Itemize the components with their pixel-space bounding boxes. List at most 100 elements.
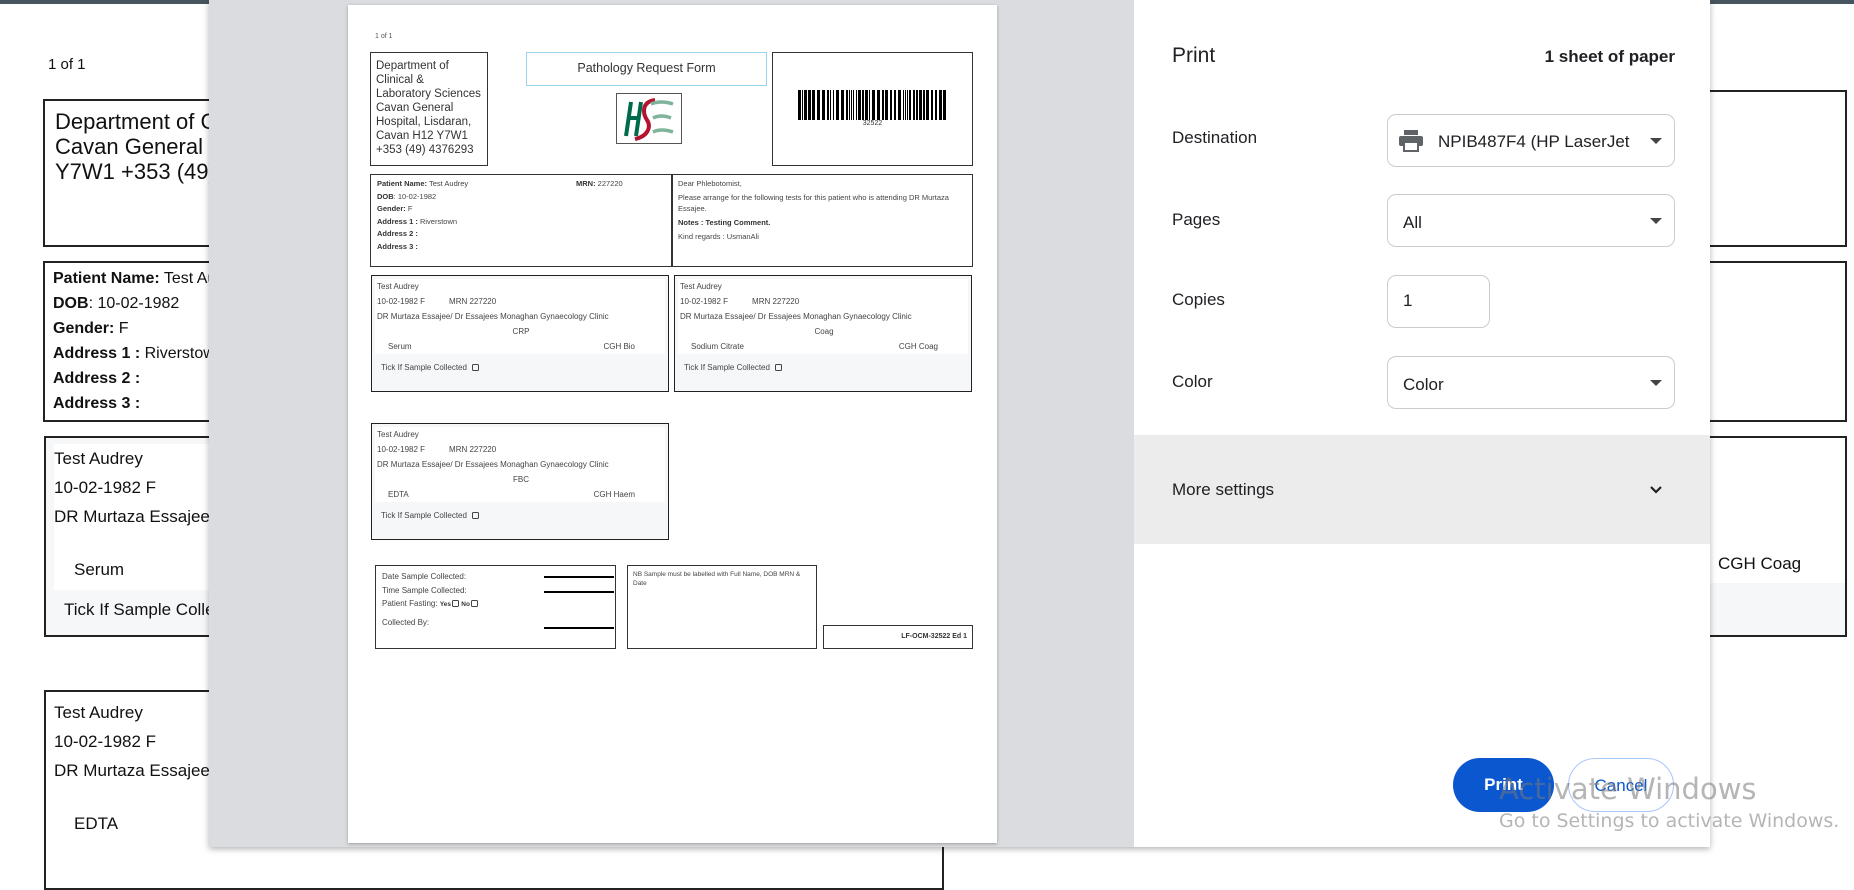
barcode-bar [812, 90, 815, 120]
barcode-bar [894, 90, 896, 120]
sample-box-bg-2: CGH Coag [1700, 436, 1847, 637]
barcode-bar [802, 90, 803, 120]
activate-windows-subtext: Go to Settings to activate Windows. [1499, 810, 1840, 832]
collection-box: Date Sample Collected: Time Sample Colle… [375, 565, 616, 649]
sample-dob: 10-02-1982 F [680, 297, 729, 306]
barcode-number: 32522 [862, 120, 883, 127]
barcode-bar [898, 90, 901, 120]
barcode-bar [923, 90, 925, 120]
label: MRN: [576, 179, 596, 188]
sample-collected-checkbox[interactable] [471, 364, 479, 372]
label: Address 2 : [377, 229, 418, 238]
color-select[interactable]: Color [1387, 356, 1675, 409]
sample-lab: CGH Bio [603, 342, 635, 351]
sample-details: Test Audrey 10-02-1982 F MRN 227220 DR Mu… [678, 279, 968, 354]
barcode-box [1700, 90, 1847, 247]
hse-logo [616, 93, 682, 144]
sample-mrn: MRN 227220 [449, 445, 497, 454]
sample-collected-checkbox[interactable] [471, 512, 479, 520]
sample-dob: 10-02-1982 F [54, 732, 157, 751]
barcode-bar [916, 90, 918, 120]
sample-clinic: DR Murtaza Essajee/ Dr Essajees Monaghan… [377, 460, 609, 469]
barcode-bar [833, 90, 834, 120]
barcode-bar [907, 90, 908, 120]
tick-row [1702, 583, 1845, 635]
sample-clinic: DR Murtaza Essajee/ Dr Essajees Monaghan… [680, 312, 912, 321]
barcode-bar [885, 90, 888, 120]
sample-mrn: MRN 227220 [449, 297, 497, 306]
destination-value: NPIB487F4 (HP LaserJet [1438, 132, 1630, 151]
sample-lab: CGH Coag [1718, 554, 1802, 573]
barcode-bar [822, 90, 825, 120]
more-settings-label: More settings [1172, 480, 1275, 499]
barcode-bar [851, 90, 852, 120]
label: Gender: [377, 204, 406, 213]
sample-box: Test Audrey 10-02-1982 F MRN 227220 DR Mu… [674, 275, 972, 392]
sample-dob: 10-02-1982 F [377, 297, 426, 306]
page-counter: 1 of 1 [48, 56, 86, 73]
pages-value: All [1403, 213, 1422, 232]
sample-test: CRP [512, 327, 530, 336]
barcode-bar [849, 90, 850, 120]
sample-dob: 10-02-1982 F [377, 445, 426, 454]
tick-label: Tick If Sample Collected [684, 363, 770, 372]
barcode-bar [862, 90, 864, 120]
sample-details: Test Audrey 10-02-1982 F MRN 227220 DR Mu… [375, 279, 665, 354]
preview-page: 1 of 1 Department of Clinical & Laborato… [348, 5, 997, 843]
copies-label: Copies [1172, 290, 1225, 309]
collected-by-line [544, 627, 614, 629]
fasting-no-checkbox[interactable] [470, 600, 478, 608]
barcode-bar [903, 90, 904, 120]
letter-greeting: Dear Phlebotomist, [678, 179, 742, 188]
barcode-bar [858, 90, 861, 120]
sample-collected-checkbox[interactable] [774, 364, 782, 372]
pages-label: Pages [1172, 210, 1221, 229]
sample-test: FBC [513, 475, 529, 484]
label: Address 3 : [53, 395, 141, 412]
patient-name: Test Audrey [428, 179, 469, 188]
sample-tube: Sodium Citrate [691, 342, 744, 351]
print-preview-area: 1 of 1 Department of Clinical & Laborato… [209, 0, 1134, 847]
sample-mrn: MRN 227220 [752, 297, 800, 306]
copies-value: 1 [1403, 291, 1413, 310]
label: Address 3 : [377, 241, 418, 251]
barcode-bar [808, 90, 811, 120]
preview-letter-box: Dear Phlebotomist, Please arrange for th… [672, 174, 973, 267]
preview-department-box: Department of Clinical & Laboratory Scie… [370, 52, 488, 166]
dropdown-caret-icon [1650, 218, 1662, 224]
copies-input[interactable]: 1 [1387, 275, 1490, 328]
fasting-label: Patient Fasting: [382, 599, 438, 608]
label: Patient Name: [53, 270, 160, 287]
tick-label: Tick If Sample Collected [381, 363, 467, 372]
sample-lab: CGH Haem [593, 490, 635, 499]
fasting-yes-checkbox[interactable] [452, 600, 460, 608]
pages-select[interactable]: All [1387, 194, 1675, 247]
barcode-bar [853, 90, 854, 120]
address1: Riverstown [419, 216, 458, 226]
time-line [544, 591, 614, 593]
barcode-bar [865, 90, 868, 120]
label: Address 1 : [53, 345, 141, 362]
printer-icon [1399, 130, 1423, 152]
label: Patient Name: [377, 179, 428, 188]
label: DOB [53, 295, 89, 312]
sample-test: Coag [814, 327, 834, 336]
sample-lab: CGH Coag [898, 342, 938, 351]
barcode-bar [931, 90, 933, 120]
sample-name: Test Audrey [377, 430, 419, 439]
barcode-bar [827, 90, 829, 120]
sample-box: Test Audrey 10-02-1982 F MRN 227220 DR Mu… [371, 275, 669, 392]
destination-select[interactable]: NPIB487F4 (HP LaserJet [1387, 114, 1675, 167]
barcode-bar [939, 90, 942, 120]
sample-name: Test Audrey [680, 282, 722, 291]
sample-dob: 10-02-1982 F [54, 478, 157, 497]
label: Address 1 : [377, 216, 418, 226]
sample-details: Test Audrey 10-02-1982 F MRN 227220 DR Mu… [375, 427, 665, 502]
barcode-bar [905, 90, 906, 120]
barcode-bar [935, 90, 937, 120]
dob: 10-02-1982 [97, 295, 180, 312]
more-settings-toggle[interactable]: More settings [1134, 435, 1710, 544]
barcode-bar [909, 90, 911, 120]
print-dialog: 1 of 1 Department of Clinical & Laborato… [209, 0, 1710, 847]
barcode-bar [882, 90, 884, 120]
